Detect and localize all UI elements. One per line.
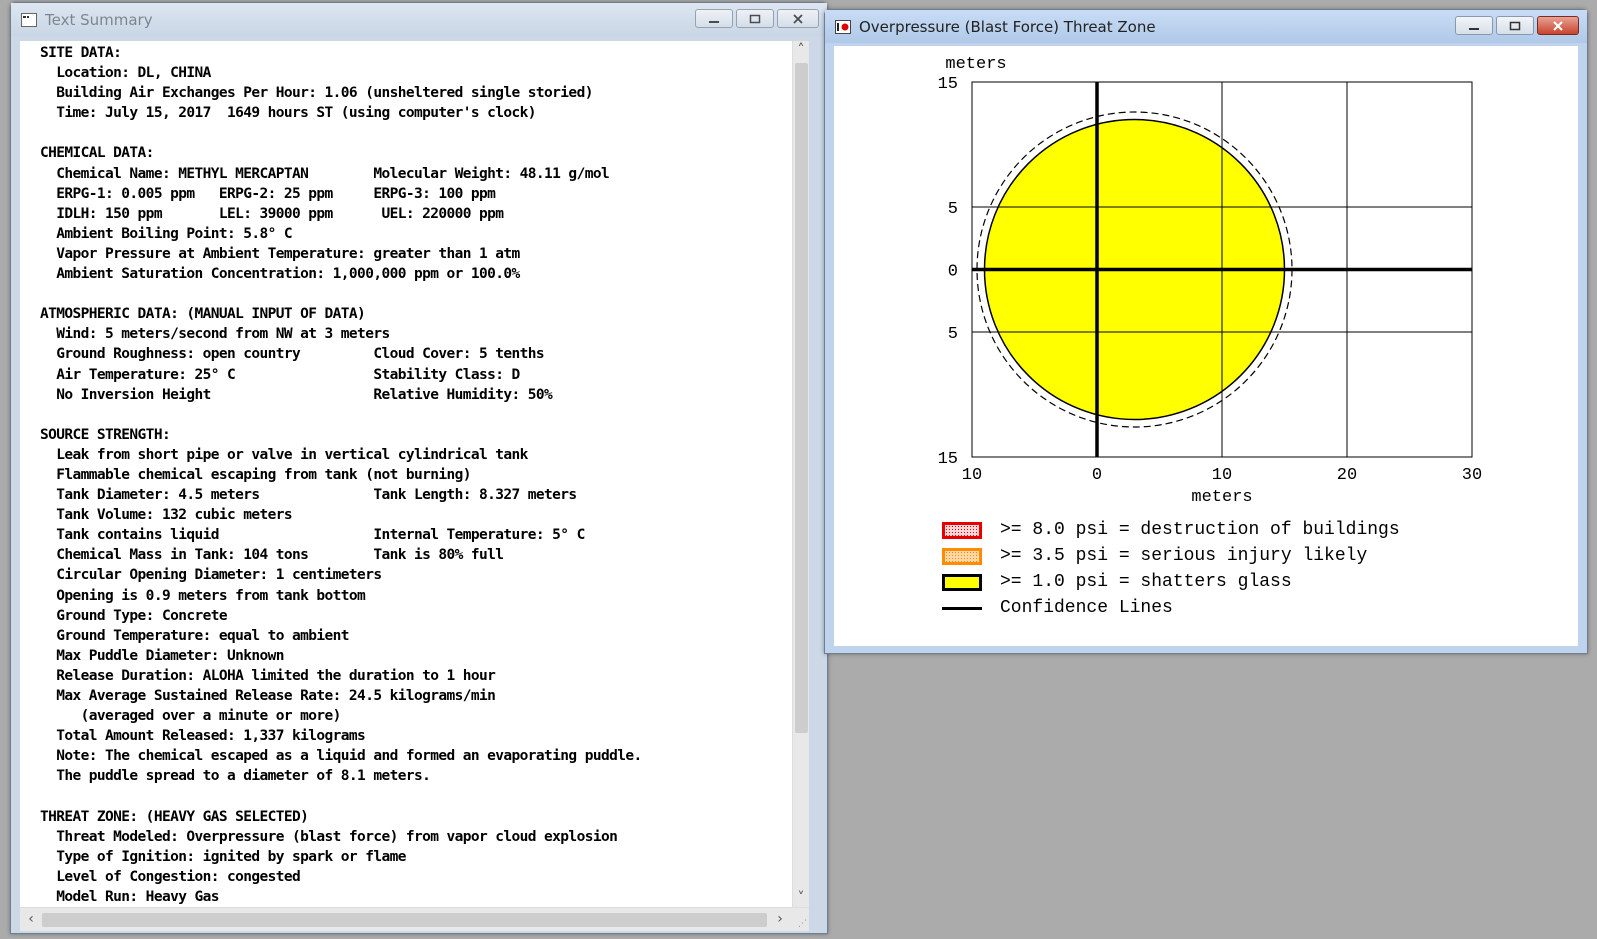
summary-line: Ground Type: Concrete <box>40 607 227 624</box>
summary-line: Leak from short pipe or valve in vertica… <box>40 446 528 463</box>
summary-line: Tank Diameter: 4.5 meters Tank Length: 8… <box>40 487 577 504</box>
app-icon <box>21 12 37 27</box>
summary-line: The puddle spread to a diameter of 8.1 m… <box>40 768 431 785</box>
legend-label: Confidence Lines <box>1000 598 1173 618</box>
summary-line: Wind: 5 meters/second from NW at 3 meter… <box>40 326 390 343</box>
x-tick-label: 10 <box>962 466 982 485</box>
minimize-button[interactable] <box>695 9 733 28</box>
summary-line: ATMOSPHERIC DATA: (MANUAL INPUT OF DATA) <box>40 306 366 323</box>
legend-item: >= 1.0 psi = shatters glass <box>942 570 1292 594</box>
legend-label: >= 8.0 psi = destruction of buildings <box>1000 520 1400 540</box>
minimize-icon <box>1469 27 1479 30</box>
y-tick-label: 5 <box>948 200 958 219</box>
legend-item: Confidence Lines <box>942 596 1173 620</box>
horizontal-scroll-thumb[interactable] <box>42 913 767 927</box>
summary-line: THREAT ZONE: (HEAVY GAS SELECTED) <box>40 808 309 825</box>
y-tick-label: 15 <box>938 75 958 94</box>
maximize-button[interactable] <box>736 9 774 28</box>
vertical-scroll-thumb[interactable] <box>795 63 808 733</box>
summary-line: Vapor Pressure at Ambient Temperature: g… <box>40 245 520 262</box>
summary-line: Time: July 15, 2017 1649 hours ST (using… <box>40 105 536 122</box>
summary-line: Building Air Exchanges Per Hour: 1.06 (u… <box>40 85 593 102</box>
legend-line-swatch <box>942 606 982 610</box>
summary-line: Total Amount Released: 1,337 kilograms <box>40 728 366 745</box>
summary-line: Tank contains liquid Internal Temperatur… <box>40 527 585 544</box>
summary-line: Ambient Saturation Concentration: 1,000,… <box>40 266 520 283</box>
window-title: Overpressure (Blast Force) Threat Zone <box>859 17 1156 36</box>
summary-line: (averaged over a minute or more) <box>40 708 342 725</box>
text-summary-titlebar[interactable]: Text Summary <box>11 3 827 36</box>
summary-text-area[interactable]: SITE DATA: Location: DL, CHINA Building … <box>20 41 792 907</box>
threat-zone-plot-area: 10 0 10 20 30 15 5 0 5 15 meters meters >= 8.0 psi … <box>834 46 1578 646</box>
summary-text: SITE DATA: Location: DL, CHINA Building … <box>20 41 792 907</box>
summary-line: Tank Volume: 132 cubic meters <box>40 507 293 524</box>
summary-line: Ambient Boiling Point: 5.8° C <box>40 225 293 242</box>
summary-line: Threat Modeled: Overpressure (blast forc… <box>40 828 618 845</box>
legend-label: >= 1.0 psi = shatters glass <box>1000 572 1292 592</box>
close-button[interactable] <box>1537 16 1579 35</box>
summary-line: Ground Roughness: open country Cloud Cov… <box>40 346 545 363</box>
summary-line: SOURCE STRENGTH: <box>40 426 171 443</box>
summary-line: Air Temperature: 25° C Stability Class: … <box>40 366 520 383</box>
summary-line: CHEMICAL DATA: <box>40 145 154 162</box>
text-summary-window: Text Summary SITE DATA: Location: DL, CH… <box>10 2 828 934</box>
close-button[interactable] <box>777 9 819 28</box>
y-tick-label: 15 <box>938 450 958 469</box>
legend-label: >= 3.5 psi = serious injury likely <box>1000 546 1368 566</box>
y-axis-unit-label: meters <box>945 55 1006 74</box>
summary-line: ERPG-1: 0.005 ppm ERPG-2: 25 ppm ERPG-3:… <box>40 185 496 202</box>
x-tick-label: 30 <box>1462 466 1482 485</box>
resize-grip-icon[interactable]: ⋰ <box>798 919 807 929</box>
y-tick-label: 0 <box>948 263 958 282</box>
x-tick-label: 0 <box>1092 466 1102 485</box>
summary-line: Chemical Mass in Tank: 104 tons Tank is … <box>40 547 504 564</box>
vertical-scrollbar[interactable]: ˄ ˅ <box>792 41 809 907</box>
summary-line: Level of Congestion: congested <box>40 868 301 885</box>
summary-line: Note: The chemical escaped as a liquid a… <box>40 748 642 765</box>
window-title: Text Summary <box>45 10 153 29</box>
summary-line: Flammable chemical escaping from tank (n… <box>40 466 471 483</box>
summary-line: Circular Opening Diameter: 1 centimeters <box>40 567 382 584</box>
summary-line: No Inversion Height Relative Humidity: 5… <box>40 386 553 403</box>
y-tick-label: 5 <box>948 325 958 344</box>
close-icon <box>1553 20 1563 31</box>
summary-line: Location: DL, CHINA <box>40 65 211 82</box>
x-axis-unit-label: meters <box>1191 488 1252 507</box>
threat-zone-titlebar[interactable]: Overpressure (Blast Force) Threat Zone <box>825 10 1587 43</box>
scroll-left-arrow-icon[interactable]: ‹ <box>24 912 38 926</box>
scroll-up-arrow-icon[interactable]: ˄ <box>794 43 808 57</box>
x-tick-label: 20 <box>1337 466 1357 485</box>
close-icon <box>793 13 803 24</box>
summary-line: Opening is 0.9 meters from tank bottom <box>40 587 366 604</box>
restore-icon <box>1509 21 1521 30</box>
maximize-button[interactable] <box>1496 16 1534 35</box>
summary-line: IDLH: 150 ppm LEL: 39000 ppm UEL: 220000… <box>40 205 504 222</box>
threat-zone-chart: 10 0 10 20 301550515metersmeters <box>938 55 1483 507</box>
scroll-down-arrow-icon[interactable]: ˅ <box>794 891 808 905</box>
restore-icon <box>749 14 761 23</box>
legend-box-swatch <box>942 521 982 539</box>
legend-item: >= 3.5 psi = serious injury likely <box>942 544 1367 568</box>
summary-line: Max Puddle Diameter: Unknown <box>40 647 284 664</box>
summary-line: Max Average Sustained Release Rate: 24.5… <box>40 688 496 704</box>
summary-line: Type of Ignition: ignited by spark or fl… <box>40 848 406 865</box>
summary-line: Release Duration: ALOHA limited the dura… <box>40 667 496 684</box>
scroll-right-arrow-icon[interactable]: › <box>773 912 787 926</box>
minimize-button[interactable] <box>1455 16 1493 35</box>
legend-item: >= 8.0 psi = destruction of buildings <box>942 518 1400 542</box>
aloha-app-icon <box>835 19 851 34</box>
legend-box-swatch <box>942 547 982 565</box>
x-tick-label: 10 <box>1212 466 1232 485</box>
minimize-icon <box>709 20 719 23</box>
legend-box-swatch <box>942 573 982 591</box>
horizontal-scrollbar[interactable]: ‹ › ⋰ <box>20 907 809 931</box>
summary-line: Chemical Name: METHYL MERCAPTAN Molecula… <box>40 165 610 182</box>
summary-line: SITE DATA: <box>40 45 122 61</box>
window-controls <box>692 9 819 28</box>
summary-line: Model Run: Heavy Gas <box>40 888 219 905</box>
window-controls <box>1452 16 1579 35</box>
threat-zone-window: Overpressure (Blast Force) Threat Zone 1… <box>824 9 1588 654</box>
summary-line: Ground Temperature: equal to ambient <box>40 627 349 644</box>
text-summary-content: SITE DATA: Location: DL, CHINA Building … <box>20 41 809 931</box>
